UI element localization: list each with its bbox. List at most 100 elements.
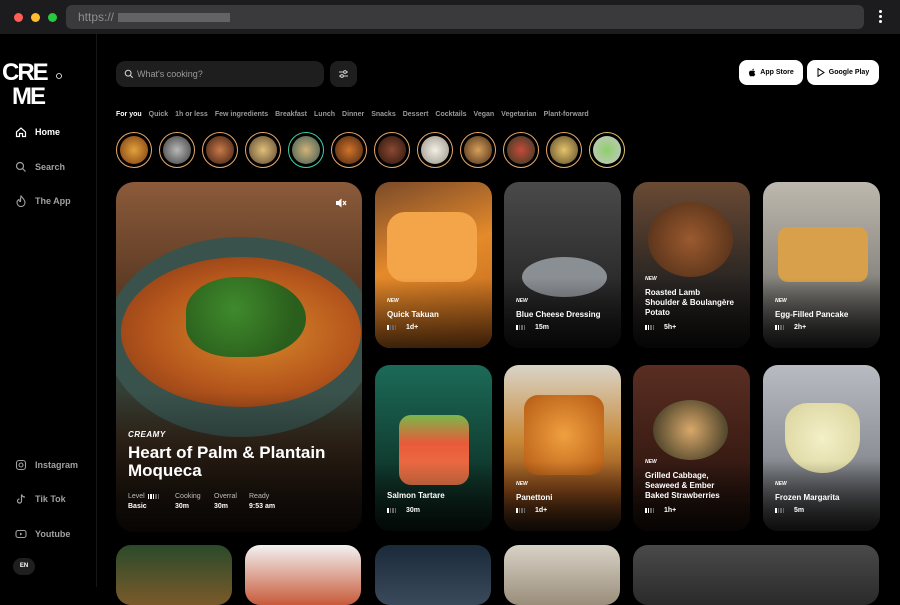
tab-cocktails[interactable]: Cocktails (435, 111, 466, 118)
meta-cooking: Cooking 30m (175, 493, 201, 510)
sidebar: CRE ME Home Search The App Instagram Tik… (0, 34, 97, 587)
recipe-title: Quick Takuan (387, 310, 439, 319)
sidebar-item-label: Home (35, 127, 61, 137)
tab-dinner[interactable]: Dinner (342, 111, 364, 118)
recipe-card[interactable]: NEW Frozen Margarita 5m (763, 365, 880, 531)
url-prefix: https:// (78, 10, 115, 24)
recipe-card[interactable]: NEW Panettoni 1d+ (504, 365, 621, 531)
featured-recipe-card[interactable]: CREAMY Heart of Palm & Plantain Moqueca … (116, 182, 362, 532)
mute-icon[interactable] (334, 196, 348, 210)
meta-key: Overral (214, 493, 237, 500)
tab-1h-or-less[interactable]: 1h or less (175, 111, 208, 118)
story-circle[interactable] (245, 132, 281, 168)
social-link-label: Tik Tok (35, 494, 66, 504)
story-circle[interactable] (589, 132, 625, 168)
recipe-card[interactable]: Salmon Tartare 30m (375, 365, 492, 531)
youtube-icon (15, 529, 27, 539)
recipe-duration: 1d+ (387, 324, 418, 331)
story-circle[interactable] (288, 132, 324, 168)
duration-value: 1d+ (406, 324, 419, 331)
social-link-youtube[interactable]: Youtube (15, 528, 70, 540)
social-link-label: Youtube (35, 529, 71, 539)
filter-button[interactable] (330, 61, 357, 87)
tab-snacks[interactable]: Snacks (371, 111, 396, 118)
search-icon (124, 69, 134, 79)
recipe-duration: 5m (775, 507, 804, 514)
recipe-duration: 5h+ (645, 324, 676, 331)
tab-quick[interactable]: Quick (149, 111, 168, 118)
tab-vegetarian[interactable]: Vegetarian (501, 111, 536, 118)
tab-lunch[interactable]: Lunch (314, 111, 335, 118)
google-play-button[interactable]: Google Play (807, 60, 879, 85)
search-icon (15, 161, 26, 172)
story-row (116, 132, 625, 168)
home-icon (15, 127, 27, 138)
recipe-title: Panettoni (516, 493, 553, 502)
recipe-duration: 30m (387, 507, 420, 514)
browser-menu-icon[interactable] (876, 8, 884, 28)
sidebar-item-the-app[interactable]: The App (15, 195, 71, 207)
story-circle[interactable] (159, 132, 195, 168)
creme-logo[interactable]: CRE ME (2, 56, 62, 108)
sidebar-item-search[interactable]: Search (15, 161, 65, 173)
recipe-title: Frozen Margarita (775, 493, 840, 502)
address-bar[interactable]: https:// (66, 5, 864, 29)
story-circle[interactable] (460, 132, 496, 168)
meta-value: 30m (175, 503, 190, 510)
recipe-title: Egg-Filled Pancake (775, 310, 849, 319)
story-circle[interactable] (503, 132, 539, 168)
recipe-card-partial[interactable] (633, 545, 879, 605)
search-input[interactable]: What's cooking? (116, 61, 324, 87)
maximize-window-button[interactable] (48, 13, 57, 22)
minimize-window-button[interactable] (31, 13, 40, 22)
story-circle[interactable] (374, 132, 410, 168)
story-circle[interactable] (202, 132, 238, 168)
instagram-icon (15, 459, 27, 471)
duration-value: 2h+ (794, 324, 807, 331)
sliders-icon (339, 70, 348, 78)
recipe-card-partial[interactable] (504, 545, 620, 605)
apple-icon (749, 68, 756, 77)
tab-few-ingredients[interactable]: Few ingredients (215, 111, 268, 118)
recipe-card[interactable]: NEW Egg-Filled Pancake 2h+ (763, 182, 880, 348)
recipe-title: Grilled Cabbage, Seaweed & Ember Baked S… (645, 471, 720, 500)
recipe-card[interactable]: NEW Grilled Cabbage, Seaweed & Ember Bak… (633, 365, 750, 531)
story-circle[interactable] (116, 132, 152, 168)
recipe-card[interactable]: NEW Roasted Lamb Shoulder & Boulangère P… (633, 182, 750, 348)
tab-plant-forward[interactable]: Plant-forward (544, 111, 589, 118)
social-link-instagram[interactable]: Instagram (15, 459, 78, 471)
tab-for-you[interactable]: For you (116, 111, 142, 118)
recipe-title: Heart of Palm & Plantain Moqueca (128, 443, 326, 480)
meta-key: Cooking (175, 493, 201, 500)
search-placeholder: What's cooking? (137, 69, 203, 79)
svg-text:CRE: CRE (2, 59, 49, 86)
close-window-button[interactable] (14, 13, 23, 22)
language-switcher[interactable]: EN (13, 558, 35, 575)
recipe-card-partial[interactable] (375, 545, 491, 605)
duration-value: 30m (406, 507, 421, 514)
recipe-card[interactable]: NEW Quick Takuan 1d+ (375, 182, 492, 348)
story-circle[interactable] (417, 132, 453, 168)
recipe-card[interactable]: NEW Blue Cheese Dressing 15m (504, 182, 621, 348)
recipe-image (653, 400, 728, 460)
recipe-card-partial[interactable] (245, 545, 361, 605)
recipe-duration: 1d+ (516, 507, 547, 514)
story-circle[interactable] (331, 132, 367, 168)
tab-dessert[interactable]: Dessert (403, 111, 429, 118)
app-store-button[interactable]: App Store (739, 60, 803, 85)
tiktok-icon (16, 494, 26, 504)
svg-text:ME: ME (12, 83, 46, 108)
recipe-card-partial[interactable] (116, 545, 232, 605)
new-badge: NEW (775, 481, 787, 487)
sidebar-item-home[interactable]: Home (15, 126, 60, 138)
social-link-label: Instagram (35, 460, 79, 470)
recipe-duration: 2h+ (775, 324, 806, 331)
tab-vegan[interactable]: Vegan (474, 111, 495, 118)
tab-breakfast[interactable]: Breakfast (275, 111, 307, 118)
duration-value: 1h+ (664, 507, 677, 514)
social-link-tiktok[interactable]: Tik Tok (15, 493, 66, 505)
story-circle[interactable] (546, 132, 582, 168)
meta-value: 9:53 am (249, 503, 276, 510)
redacted-url (118, 13, 231, 23)
duration-value: 15m (535, 324, 550, 331)
